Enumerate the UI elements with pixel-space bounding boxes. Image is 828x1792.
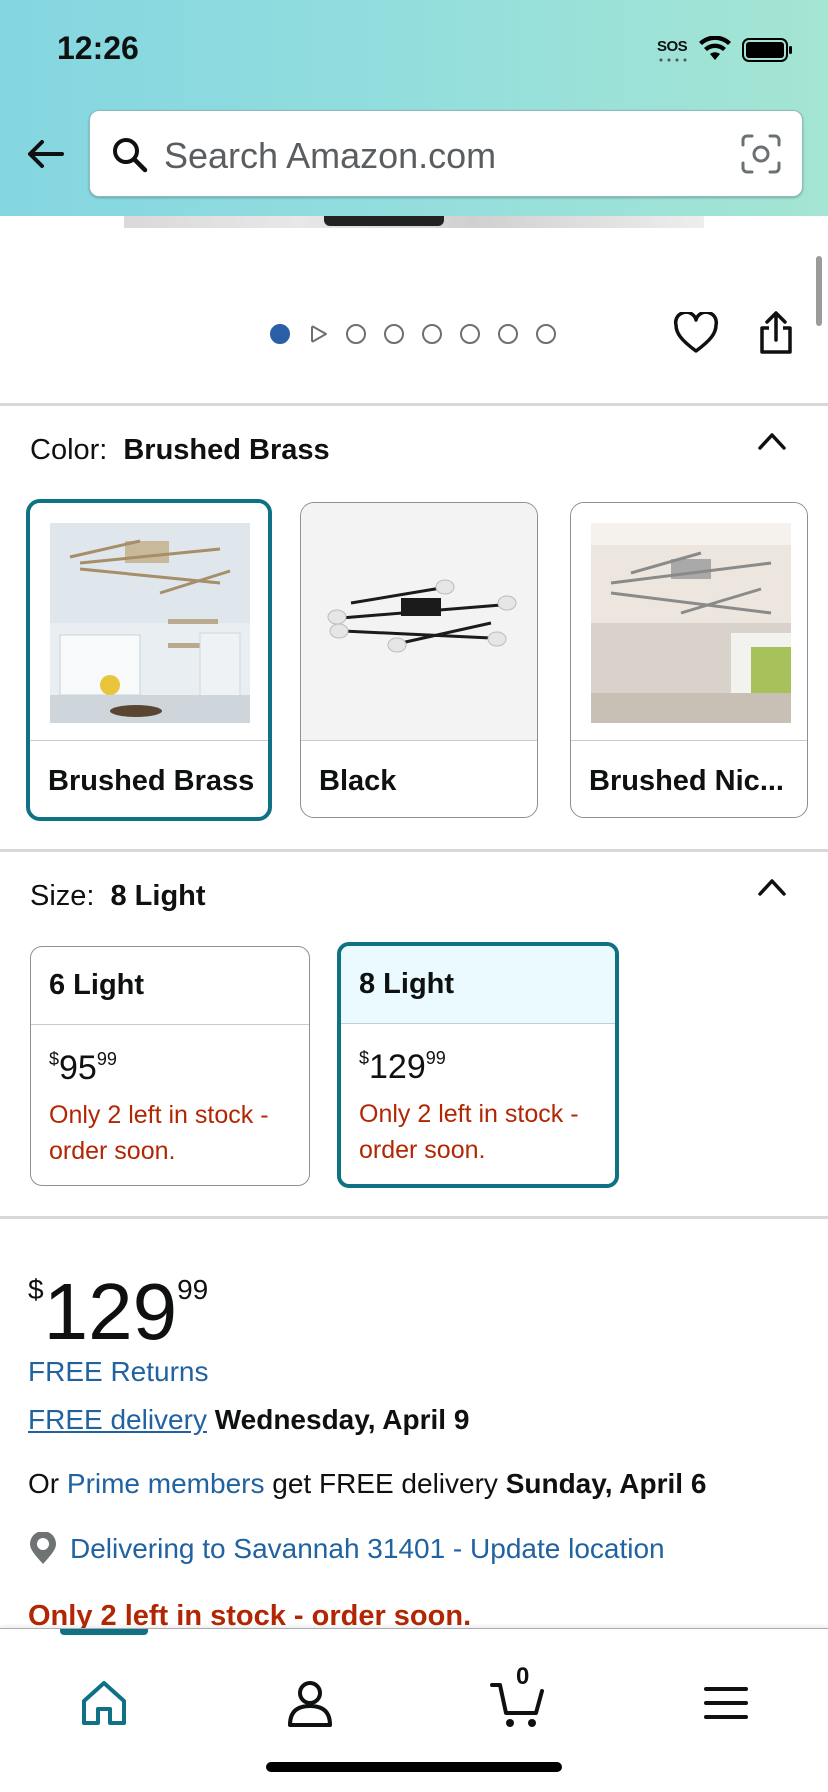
gallery-dot[interactable] xyxy=(460,324,480,344)
prime-delivery-info: Or Prime members get FREE delivery Sunda… xyxy=(28,1468,706,1500)
scrollbar[interactable] xyxy=(816,256,822,326)
back-arrow-icon[interactable] xyxy=(22,130,70,178)
home-indicator xyxy=(266,1762,562,1772)
sos-indicator: SOS xyxy=(657,38,688,55)
swatch-label: Brushed Brass xyxy=(48,765,255,797)
video-play-icon[interactable] xyxy=(308,324,328,344)
heart-icon[interactable] xyxy=(673,312,719,354)
location-link[interactable]: Delivering to Savannah 31401 - Update lo… xyxy=(70,1533,665,1565)
prime-middle-text: get FREE delivery xyxy=(272,1468,498,1499)
prime-prefix: Or xyxy=(28,1468,60,1499)
gallery-dot[interactable] xyxy=(422,324,442,344)
color-option-black[interactable]: Black xyxy=(300,502,538,818)
search-placeholder: Search Amazon.com xyxy=(164,135,497,176)
home-icon[interactable] xyxy=(74,1673,134,1733)
account-icon[interactable] xyxy=(280,1673,340,1733)
size-label: Size: 8 Light xyxy=(30,880,206,913)
size-option-name: 6 Light xyxy=(31,947,309,1025)
gallery-dot[interactable] xyxy=(536,324,556,344)
camera-search-icon[interactable] xyxy=(740,133,782,175)
size-option-stock: Only 2 left in stock - order soon. xyxy=(359,1100,579,1164)
delivery-location[interactable]: Delivering to Savannah 31401 - Update lo… xyxy=(28,1532,665,1566)
gallery-dot[interactable] xyxy=(270,324,290,344)
signal-dots-icon xyxy=(657,57,689,63)
color-selected-value: Brushed Brass xyxy=(123,434,330,466)
color-option-brushed-nickel[interactable]: Brushed Nic... xyxy=(570,502,808,818)
gallery-dot[interactable] xyxy=(498,324,518,344)
size-option-price: $12999 xyxy=(359,1048,446,1086)
chevron-up-icon[interactable] xyxy=(757,430,787,452)
location-pin-icon xyxy=(30,1532,56,1564)
chevron-up-icon[interactable] xyxy=(757,876,787,898)
swatch-image xyxy=(571,503,807,741)
divider xyxy=(0,1216,828,1219)
color-option-brushed-brass[interactable]: Brushed Brass xyxy=(26,499,272,821)
product-image-edge xyxy=(124,216,704,228)
color-label: Color: Brushed Brass xyxy=(30,434,330,467)
color-label-text: Color: xyxy=(30,434,108,466)
size-selected-value: 8 Light xyxy=(110,880,206,912)
price-currency: $ xyxy=(28,1274,44,1305)
swatch-image xyxy=(301,503,537,741)
divider xyxy=(0,403,828,406)
gallery-dot[interactable] xyxy=(384,324,404,344)
size-label-text: Size: xyxy=(30,880,95,912)
price-fraction: 99 xyxy=(177,1274,209,1305)
product-price: $12999 xyxy=(28,1250,208,1352)
divider xyxy=(0,849,828,852)
size-option-stock: Only 2 left in stock - order soon. xyxy=(49,1101,269,1165)
free-delivery-link[interactable]: FREE delivery xyxy=(28,1404,207,1435)
prime-delivery-date: Sunday, April 6 xyxy=(505,1468,707,1499)
wifi-icon xyxy=(699,36,731,60)
search-input[interactable]: Search Amazon.com xyxy=(89,110,803,197)
size-option-name: 8 Light xyxy=(341,946,615,1024)
delivery-info: FREE delivery Wednesday, April 9 xyxy=(28,1404,469,1436)
active-tab-indicator xyxy=(60,1629,148,1635)
share-icon[interactable] xyxy=(756,310,796,356)
cart-count: 0 xyxy=(516,1663,530,1690)
prime-members-link[interactable]: Prime members xyxy=(67,1468,265,1499)
size-option-price: $9599 xyxy=(49,1049,117,1087)
size-option-6-light[interactable]: 6 Light $9599 Only 2 left in stock - ord… xyxy=(30,946,310,1186)
status-time: 12:26 xyxy=(57,30,139,66)
gallery-dot[interactable] xyxy=(346,324,366,344)
size-option-8-light[interactable]: 8 Light $12999 Only 2 left in stock - or… xyxy=(337,942,619,1188)
price-whole: 129 xyxy=(43,1267,178,1356)
search-icon xyxy=(113,138,148,173)
battery-icon xyxy=(742,38,792,62)
swatch-label: Brushed Nic... xyxy=(589,765,784,797)
swatch-label: Black xyxy=(319,765,397,797)
menu-icon[interactable] xyxy=(696,1673,756,1733)
header: 12:26 SOS Search Amazon.com xyxy=(0,0,828,216)
swatch-image xyxy=(30,503,268,741)
delivery-date: Wednesday, April 9 xyxy=(214,1404,470,1435)
free-returns-link[interactable]: FREE Returns xyxy=(28,1356,209,1388)
image-gallery-dots[interactable] xyxy=(270,324,574,344)
